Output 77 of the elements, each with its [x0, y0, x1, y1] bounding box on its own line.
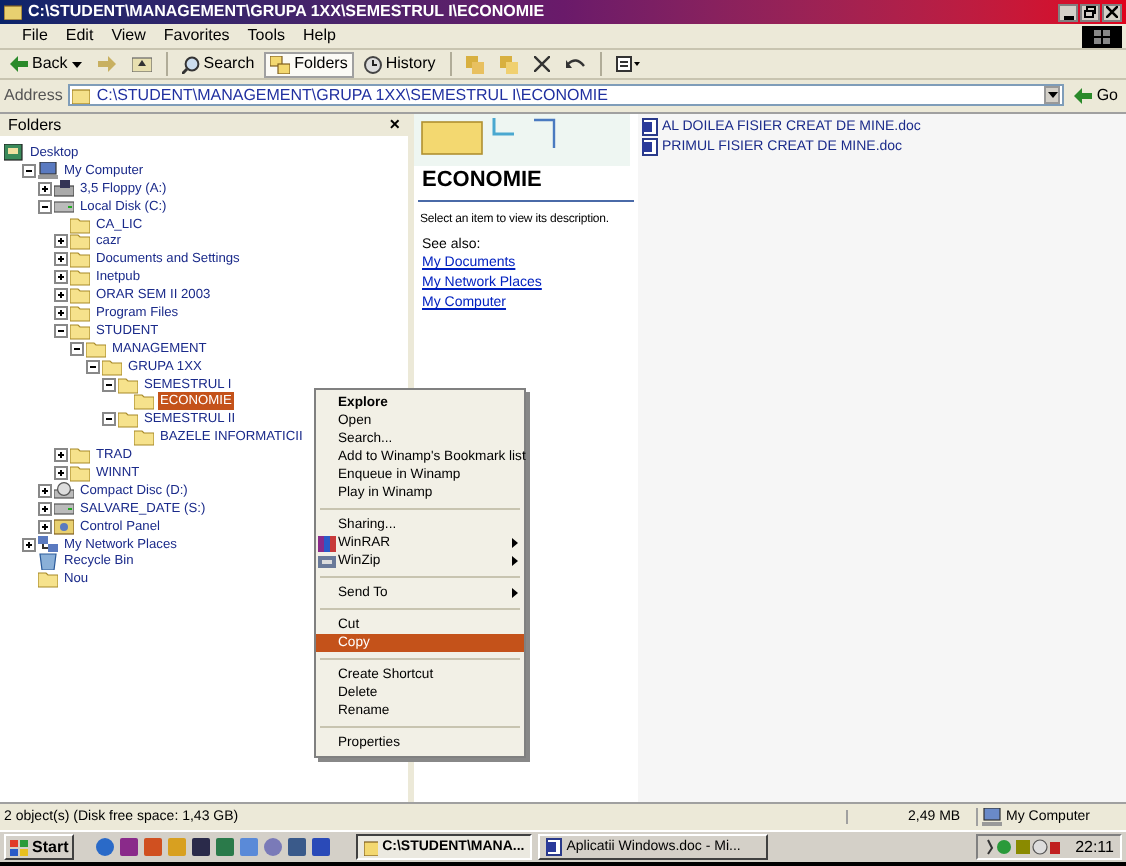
desktop-icon — [4, 143, 24, 162]
clock-icon — [363, 55, 382, 73]
go-button[interactable]: Go — [1070, 87, 1122, 103]
menu-item[interactable]: File — [16, 28, 54, 44]
folder-icon — [4, 4, 22, 20]
collapse-icon[interactable] — [102, 412, 116, 427]
expand-icon[interactable] — [38, 519, 52, 534]
menu-item[interactable]: Help — [296, 28, 342, 44]
expand-icon[interactable] — [22, 537, 36, 552]
start-button[interactable]: Start — [4, 834, 75, 860]
windows-flag-icon — [10, 839, 28, 855]
search-button[interactable]: Search — [175, 51, 261, 77]
go-arrow-icon — [1074, 87, 1093, 103]
expand-icon[interactable] — [38, 501, 52, 516]
control-panel-icon — [54, 517, 74, 536]
expand-icon[interactable] — [38, 181, 52, 196]
menu-item[interactable]: Edit — [59, 28, 100, 44]
expand-icon[interactable] — [54, 288, 68, 303]
caret-icon — [1047, 92, 1058, 98]
windows-flag-icon — [1094, 29, 1110, 43]
collapse-icon[interactable] — [102, 377, 116, 392]
dropdown-button[interactable] — [1044, 86, 1061, 104]
minimize-icon — [1063, 15, 1073, 19]
menu-item[interactable]: Favorites — [157, 28, 236, 44]
history-button[interactable]: History — [357, 51, 442, 77]
hard-drive-icon — [54, 499, 74, 518]
minimize-button[interactable] — [1058, 3, 1078, 21]
folders-button[interactable]: Folders — [264, 51, 354, 77]
window-title: C:\STUDENT\MANAGEMENT\GRUPA 1XX\SEMESTRUL I\ECONOMIE — [28, 4, 545, 20]
tray-icons-drawing — [983, 838, 1064, 856]
caret-icon — [71, 61, 82, 67]
undo-icon — [565, 57, 586, 71]
menu-item[interactable]: Tools — [241, 28, 291, 44]
collapse-icon[interactable] — [70, 341, 84, 356]
expand-icon[interactable] — [54, 448, 68, 463]
expand-icon[interactable] — [54, 305, 68, 320]
collapse-icon[interactable] — [86, 359, 100, 374]
computer-icon — [982, 808, 1002, 826]
pane-title: Folders — [8, 117, 62, 133]
collapse-icon[interactable] — [38, 199, 52, 214]
expand-icon[interactable] — [54, 465, 68, 480]
clock: 22:11 — [1075, 839, 1114, 855]
hard-drive-icon — [54, 197, 74, 216]
folder-heading: ECONOMIE — [418, 166, 634, 202]
collapse-icon[interactable] — [22, 163, 36, 178]
folder-icon — [72, 87, 91, 103]
cd-drive-icon — [54, 481, 74, 500]
expand-icon[interactable] — [54, 252, 68, 267]
folders-icon — [270, 55, 291, 73]
expand-icon[interactable] — [38, 483, 52, 498]
submenu-arrow-icon — [512, 588, 518, 598]
address-label: Address — [4, 87, 63, 103]
expand-icon[interactable] — [54, 234, 68, 249]
close-button[interactable]: × — [389, 116, 400, 134]
delete-icon — [533, 56, 550, 72]
computer-icon — [38, 161, 58, 180]
close-icon — [1106, 6, 1118, 18]
floppy-drive-icon — [54, 179, 74, 198]
views-icon — [615, 56, 640, 72]
back-button[interactable]: Back — [4, 51, 88, 77]
restore-icon — [1084, 6, 1096, 18]
folder-icon — [364, 839, 379, 855]
expand-icon[interactable] — [54, 270, 68, 285]
close-button[interactable] — [1102, 3, 1122, 21]
menu-item[interactable]: View — [105, 28, 152, 44]
folder-icon — [38, 570, 58, 589]
folder-up-icon — [131, 56, 152, 72]
collapse-icon[interactable] — [54, 323, 68, 338]
word-document-icon — [546, 838, 563, 856]
search-icon — [181, 55, 200, 73]
forward-arrow-icon — [97, 56, 116, 72]
maximize-button[interactable] — [1080, 3, 1100, 21]
address-field[interactable]: C:\STUDENT\MANAGEMENT\GRUPA 1XX\SEMESTRUL I\ECONOMIE — [68, 84, 1065, 106]
folder-move-icon — [465, 55, 484, 73]
recycle-bin-icon — [38, 552, 58, 571]
back-arrow-icon — [10, 56, 28, 72]
folder-copy-icon — [499, 55, 518, 73]
